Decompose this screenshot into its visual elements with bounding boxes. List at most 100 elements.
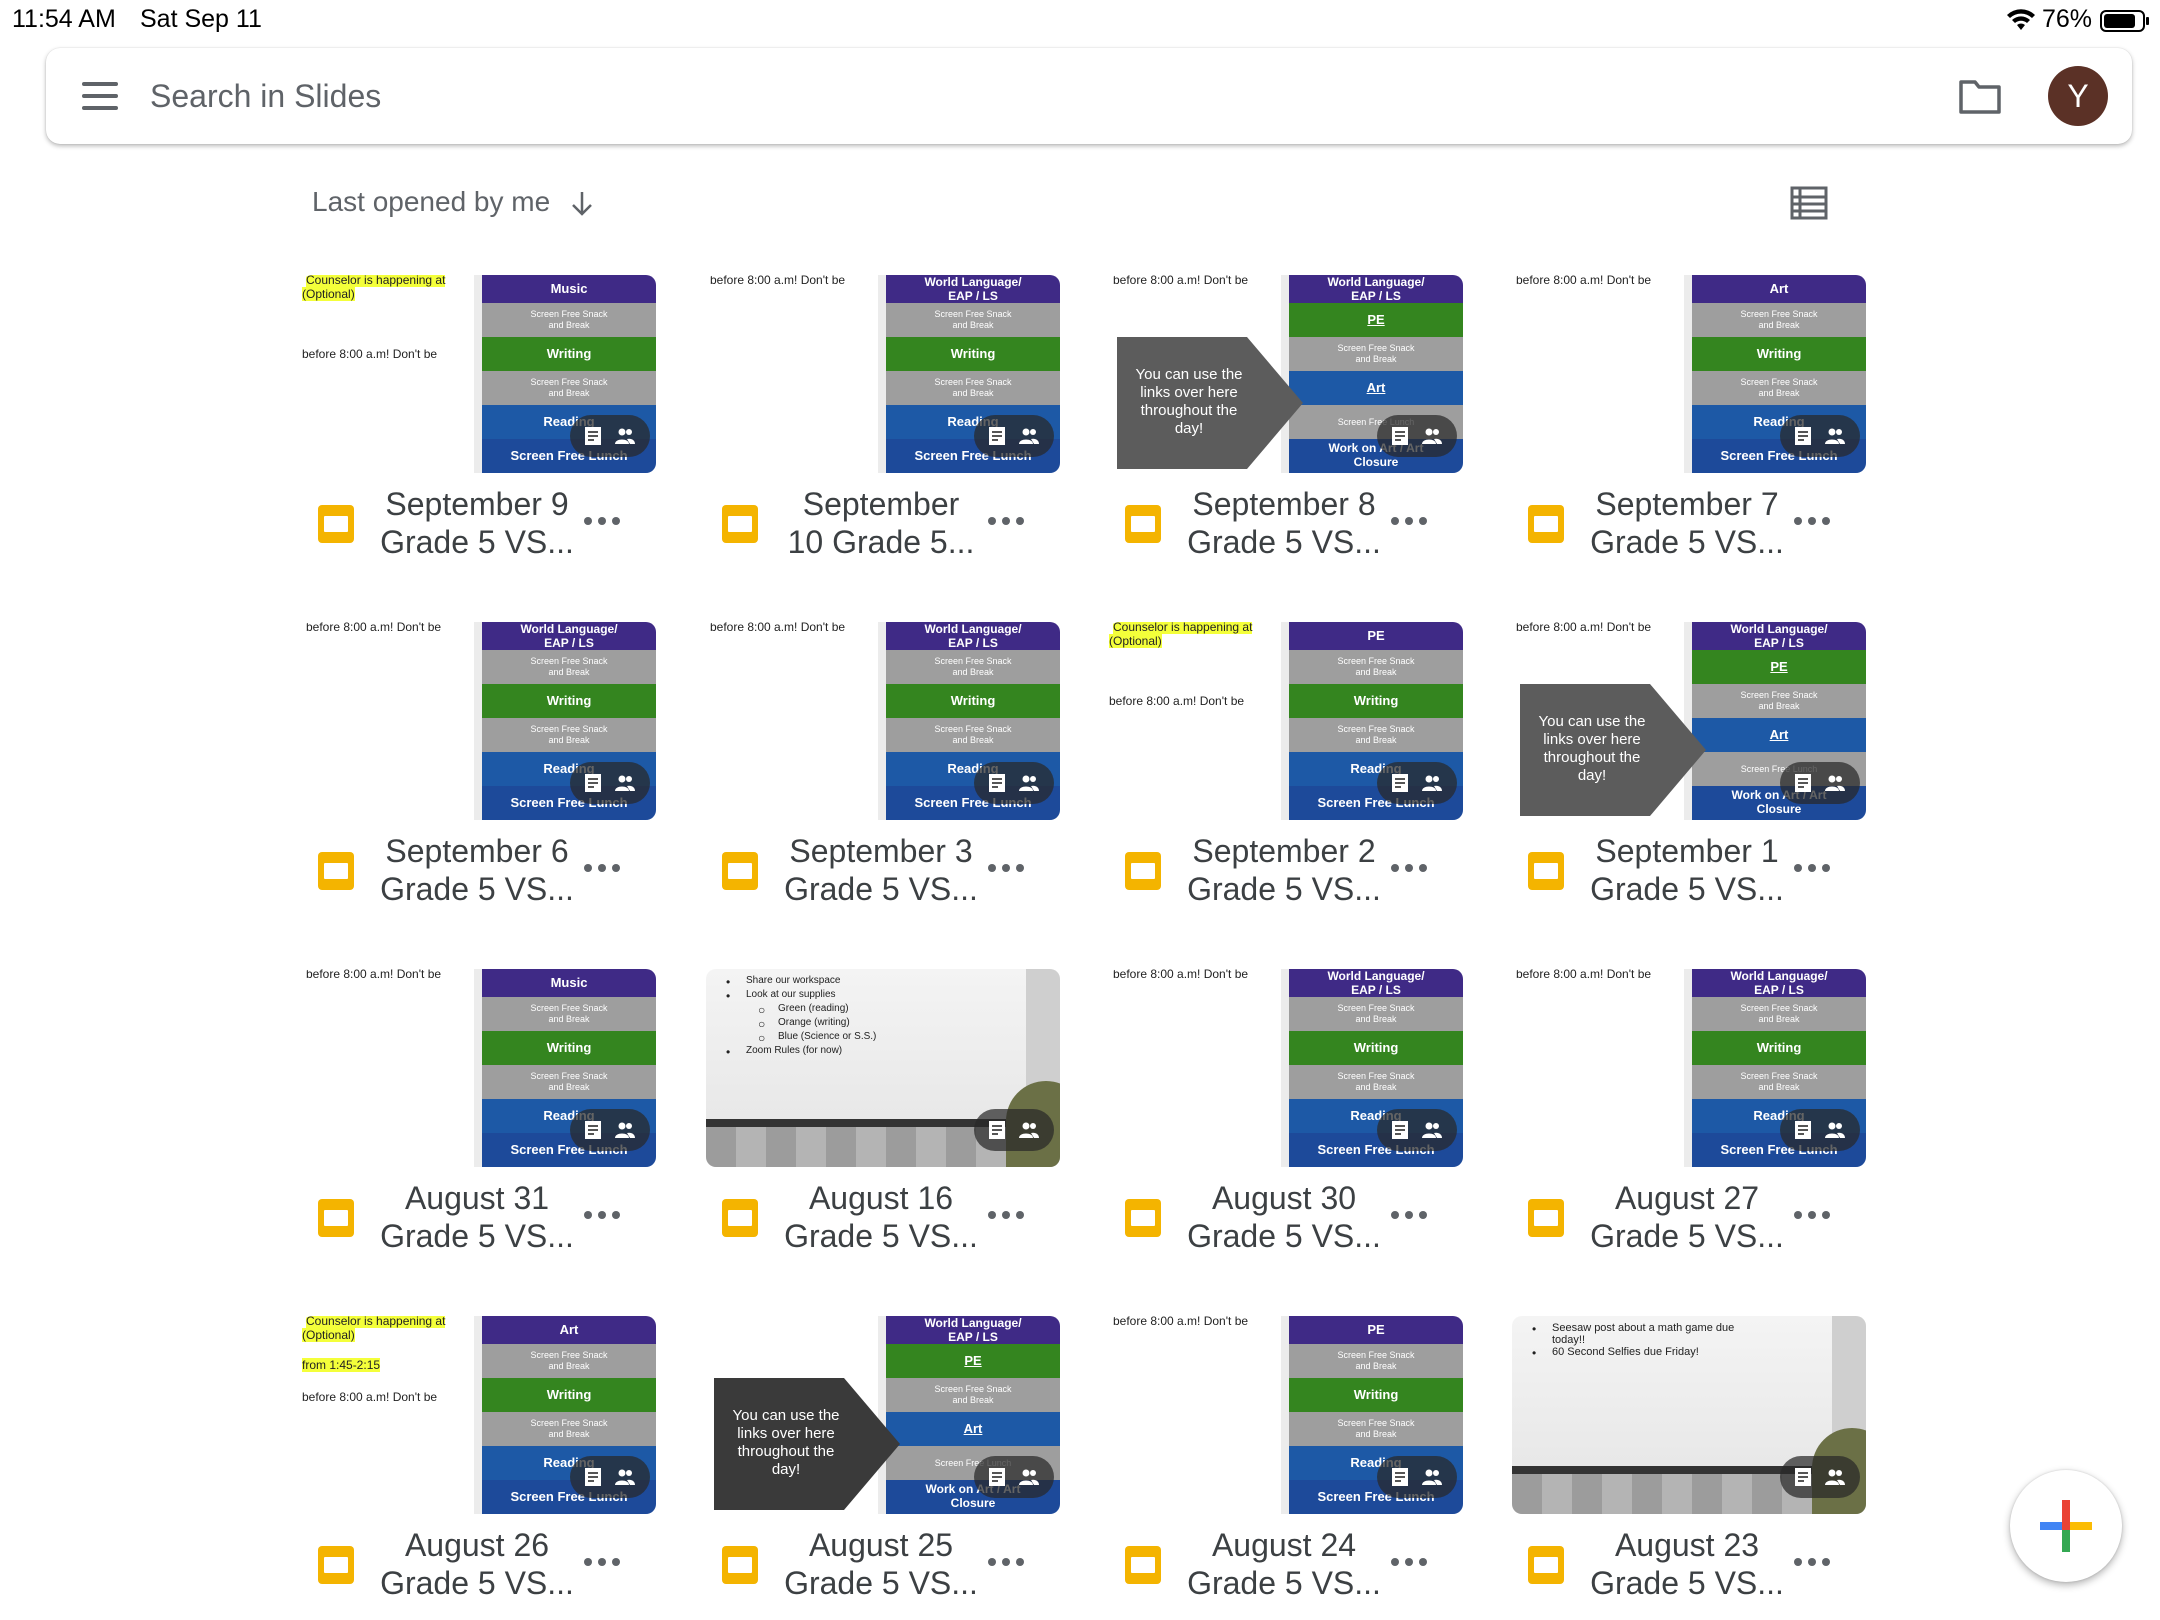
divider <box>878 622 886 820</box>
file-card[interactable]: before 8:00 a.m! Don't be Art Screen Free … <box>1512 275 1872 605</box>
people-icon <box>615 1122 635 1138</box>
slide-thumbnail[interactable]: Counselor is happening at (Optional) befor… <box>302 275 656 473</box>
slide-thumbnail[interactable]: Seesaw post about a math game due today!!… <box>1512 1316 1866 1514</box>
file-card[interactable]: before 8:00 a.m! Don't be Music Screen Fre… <box>302 969 662 1299</box>
file-title-line1: September 3 <box>789 833 973 869</box>
shared-badge <box>1780 1109 1860 1151</box>
slide-thumbnail[interactable]: Counselor is happening at (Optional) befor… <box>1109 622 1463 820</box>
schedule-band-label: World Language/ <box>924 1316 1022 1330</box>
file-title-line1: August 23 <box>1614 1527 1760 1563</box>
slide-thumbnail[interactable]: before 8:00 a.m! Don't be World Language/… <box>706 275 1060 473</box>
status-date: Sat Sep 11 <box>140 5 262 33</box>
sort-label[interactable]: Last opened by me <box>312 186 550 218</box>
people-icon <box>1422 1469 1442 1485</box>
file-card[interactable]: Share our workspace • Look at our supplies… <box>706 969 1066 1299</box>
file-card[interactable]: before 8:00 a.m! Don't be World Language/… <box>706 275 1066 605</box>
file-card[interactable]: before 8:00 a.m! Don't be PE Screen Free S… <box>1109 1316 1469 1620</box>
thumbnail-text: from 1:45-2:15 <box>302 1358 381 1372</box>
slides-mini-icon <box>1392 427 1408 445</box>
search-input[interactable] <box>150 70 1950 122</box>
file-title-line1: September 1 <box>1595 833 1779 869</box>
shared-badge <box>1780 1456 1860 1498</box>
more-options-icon[interactable] <box>1391 862 1431 876</box>
more-options-icon[interactable] <box>988 515 1028 529</box>
file-card[interactable]: Seesaw post about a math game due today!!… <box>1512 1316 1872 1620</box>
slide-thumbnail[interactable]: before 8:00 a.m! Don't be PE Screen Free S… <box>1109 1316 1463 1514</box>
more-options-icon[interactable] <box>1794 1209 1834 1223</box>
thumbnail-text: before 8:00 a.m! Don't be <box>1516 622 1652 634</box>
more-options-icon[interactable] <box>988 1209 1028 1223</box>
schedule-band-label: Screen Free Snack <box>1337 724 1415 734</box>
slide-thumbnail[interactable]: before 8:00 a.m! Don't be Music Screen Fre… <box>302 969 656 1167</box>
bullet: ○ <box>758 1003 766 1017</box>
file-card[interactable]: Counselor is happening at (Optional) befor… <box>302 275 662 605</box>
shared-badge <box>974 1456 1054 1498</box>
slides-mini-icon <box>585 1121 601 1139</box>
more-options-icon[interactable] <box>1391 1556 1431 1570</box>
file-title: August 24 Grade 5 VS... <box>1169 1526 1399 1602</box>
slide-thumbnail[interactable]: Share our workspace • Look at our supplies… <box>706 969 1060 1167</box>
more-options-icon[interactable] <box>1391 1209 1431 1223</box>
file-card[interactable]: before 8:00 a.m! Don't be World Language/… <box>1109 969 1469 1299</box>
schedule-band: Screen Free Snack and Break <box>1289 1065 1463 1099</box>
list-view-icon[interactable] <box>1790 186 1828 220</box>
slide-thumbnail[interactable]: before 8:00 a.m! Don't be Art Screen Free … <box>1512 275 1866 473</box>
arrow-callout: You can use thelinks over herethroughout… <box>1520 684 1706 816</box>
file-card[interactable]: before 8:00 a.m! Don't be World Language/… <box>1512 969 1872 1299</box>
thumbnail-text: (Optional) <box>302 1328 355 1342</box>
shared-badge <box>974 762 1054 804</box>
more-options-icon[interactable] <box>988 862 1028 876</box>
schedule-band-label: World Language/ <box>1327 969 1425 983</box>
schedule-band: Art <box>1692 718 1866 752</box>
arrow-down-icon[interactable] <box>570 190 594 218</box>
thumbnail-text: before 8:00 a.m! Don't be <box>1516 275 1652 287</box>
slide-thumbnail[interactable]: before 8:00 a.m! Don't be World Language/… <box>1109 969 1463 1167</box>
slide-thumbnail[interactable]: World Language/EAP / LS PE Screen Free Sna… <box>706 1316 1060 1514</box>
slide-thumbnail[interactable]: before 8:00 a.m! Don't be World Language/… <box>1512 969 1866 1167</box>
schedule-band: Screen Free Snack and Break <box>482 371 656 405</box>
file-card[interactable]: Counselor is happening at (Optional) from … <box>302 1316 662 1620</box>
schedule-band: Writing <box>1289 1378 1463 1412</box>
thumbnail-text: before 8:00 a.m! Don't be <box>1113 275 1249 287</box>
divider <box>1281 969 1289 1167</box>
more-options-icon[interactable] <box>1794 862 1834 876</box>
schedule-band-label: EAP / LS <box>1754 983 1804 997</box>
schedule-band-label: World Language/ <box>1730 969 1828 983</box>
whiteboard-ledge <box>706 1119 1006 1127</box>
avatar[interactable]: Y <box>2048 66 2108 126</box>
file-card[interactable]: before 8:00 a.m! Don't be World Language/… <box>1109 275 1469 605</box>
new-presentation-button[interactable] <box>2010 1470 2122 1582</box>
slides-mini-icon <box>1392 774 1408 792</box>
google-slides-icon <box>722 1199 758 1237</box>
more-options-icon[interactable] <box>584 1556 624 1570</box>
more-options-icon[interactable] <box>1391 515 1431 529</box>
divider <box>474 275 482 473</box>
more-options-icon[interactable] <box>584 862 624 876</box>
slide-thumbnail[interactable]: before 8:00 a.m! Don't be World Language/… <box>1512 622 1866 820</box>
thumbnail-text: (Optional) <box>1109 634 1162 648</box>
more-options-icon[interactable] <box>584 515 624 529</box>
folder-icon[interactable] <box>1958 76 2002 116</box>
file-card[interactable]: before 8:00 a.m! Don't be World Language/… <box>1512 622 1872 952</box>
schedule-band: Screen Free Snack and Break <box>1692 997 1866 1031</box>
file-title: August 30 Grade 5 VS... <box>1169 1179 1399 1255</box>
more-options-icon[interactable] <box>584 1209 624 1223</box>
file-card[interactable]: before 8:00 a.m! Don't be World Language/… <box>706 622 1066 952</box>
slide-thumbnail[interactable]: before 8:00 a.m! Don't be World Language/… <box>706 622 1060 820</box>
thumbnail-text: 60 Second Selfies due Friday! <box>1552 1346 1699 1358</box>
shared-badge <box>570 1109 650 1151</box>
slide-thumbnail[interactable]: before 8:00 a.m! Don't be World Language/… <box>302 622 656 820</box>
file-card[interactable]: Counselor is happening at (Optional) befor… <box>1109 622 1469 952</box>
more-options-icon[interactable] <box>1794 515 1834 529</box>
thumbnail-text: before 8:00 a.m! Don't be <box>710 622 846 634</box>
people-icon <box>1019 1469 1039 1485</box>
more-options-icon[interactable] <box>1794 1556 1834 1570</box>
divider <box>1281 622 1289 820</box>
hamburger-menu-icon[interactable] <box>82 82 118 110</box>
schedule-band-label: and Break <box>952 1395 994 1405</box>
slide-thumbnail[interactable]: before 8:00 a.m! Don't be World Language/… <box>1109 275 1463 473</box>
slide-thumbnail[interactable]: Counselor is happening at (Optional) from … <box>302 1316 656 1514</box>
file-card[interactable]: before 8:00 a.m! Don't be World Language/… <box>302 622 662 952</box>
file-card[interactable]: World Language/EAP / LS PE Screen Free Sna… <box>706 1316 1066 1620</box>
more-options-icon[interactable] <box>988 1556 1028 1570</box>
